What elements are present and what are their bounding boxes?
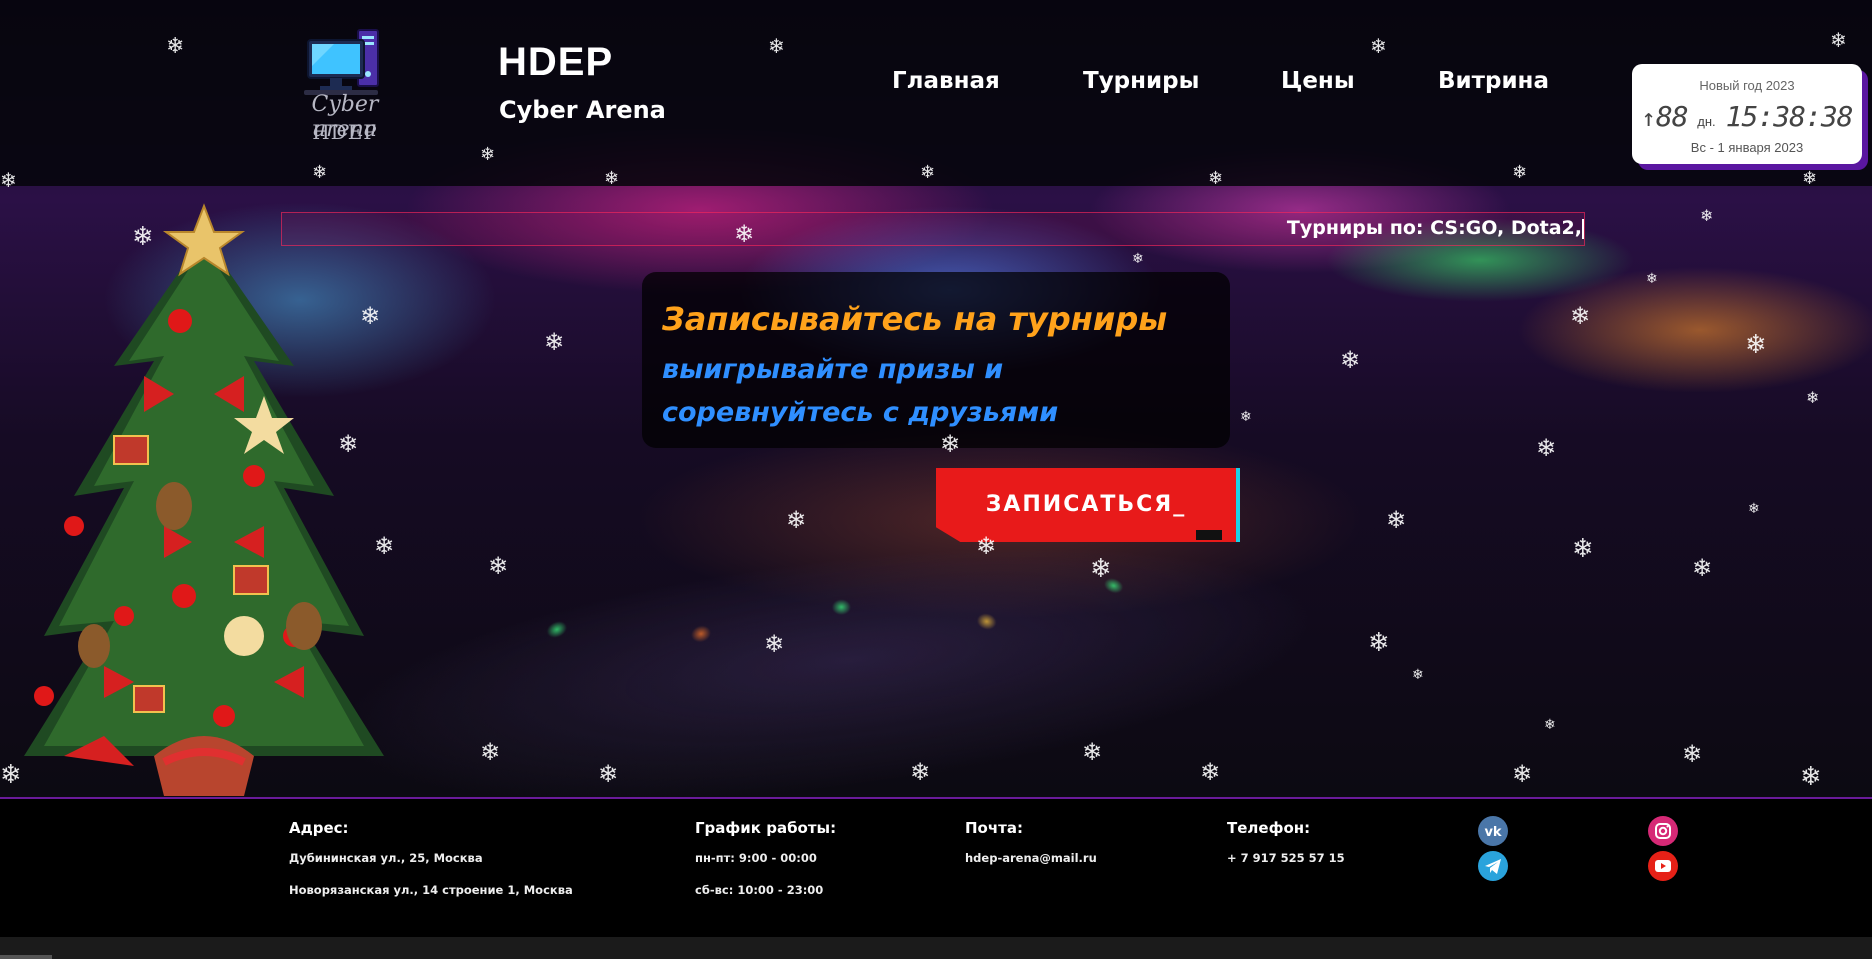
vk-icon: vk xyxy=(1478,816,1508,846)
telegram-icon xyxy=(1478,851,1508,881)
footer-phone: Телефон: + 7 917 525 57 15 xyxy=(1227,819,1345,883)
countdown-days-unit: дн. xyxy=(1697,114,1716,129)
countdown-title: Новый год 2023 xyxy=(1699,78,1795,93)
logo-text: HDEP xyxy=(312,120,378,144)
ticker-text: Турниры по: CS:GO, Dota2, xyxy=(1287,217,1584,239)
signup-button[interactable]: ЗАПИСАТЬСЯ_ xyxy=(936,468,1240,542)
countdown-date: Вс - 1 января 2023 xyxy=(1690,140,1804,155)
telegram-link[interactable] xyxy=(1478,851,1508,881)
christmas-tree-image xyxy=(24,203,384,796)
footer-mail-heading: Почта: xyxy=(965,819,1023,837)
footer-schedule-heading: График работы: xyxy=(695,819,837,837)
button-decoration xyxy=(1196,530,1222,540)
footer-mail-link[interactable]: hdep-arena@mail.ru xyxy=(965,851,1097,865)
footer-schedule: График работы: пн-пт: 9:00 - 00:00 сб-вс… xyxy=(695,819,836,915)
site-logo[interactable]: Cyber arena HDEP xyxy=(276,24,412,152)
nav-item-main[interactable]: Главная xyxy=(892,68,1000,94)
countdown-values: ↑88 дн. 15:38:38 xyxy=(1632,100,1862,133)
nav-item-prices[interactable]: Цены xyxy=(1281,68,1355,94)
vk-link[interactable]: vk xyxy=(1478,816,1508,846)
tournament-ticker: Турниры по: CS:GO, Dota2, xyxy=(281,212,1585,246)
svg-text:vk: vk xyxy=(1484,825,1501,840)
site-header: Cyber arena HDEP HDEP Cyber Arena Главна… xyxy=(0,0,1872,186)
ticker-label: Турниры по: CS:GO, Dota2, xyxy=(1286,217,1582,239)
promo-headline: Записывайтесь на турниры xyxy=(662,300,1168,338)
promo-subline: выигрывайте призы и соревнуйтесь с друзь… xyxy=(662,354,1059,428)
nav-item-tournaments[interactable]: Турниры xyxy=(1083,68,1199,94)
instagram-link[interactable] xyxy=(1648,816,1678,846)
youtube-icon xyxy=(1648,851,1678,881)
nav-item-showcase[interactable]: Витрина xyxy=(1438,68,1549,94)
arrow-up-icon: ↑ xyxy=(1641,104,1656,132)
footer-address-heading: Адрес: xyxy=(289,819,349,837)
footer-address-line: Дубининская ул., 25, Москва xyxy=(289,851,483,865)
brand-title: HDEP xyxy=(498,40,614,84)
footer-schedule-line: пн-пт: 9:00 - 00:00 xyxy=(695,851,817,865)
promo-box: Записывайтесь на турниры выигрывайте при… xyxy=(642,272,1230,448)
footer-mail: Почта: hdep-arena@mail.ru xyxy=(965,819,1097,883)
instagram-icon xyxy=(1648,816,1678,846)
footer-phone-heading: Телефон: xyxy=(1227,819,1311,837)
scrollbar-thumb[interactable] xyxy=(0,955,52,959)
text-caret xyxy=(1582,218,1584,239)
horizontal-scrollbar[interactable] xyxy=(0,937,1872,959)
footer-address: Адрес: Дубининская ул., 25, Москва Новор… xyxy=(289,819,573,915)
footer-address-line: Новорязанская ул., 14 строение 1, Москва xyxy=(289,883,573,897)
youtube-link[interactable] xyxy=(1648,851,1678,881)
countdown-days: 88 xyxy=(1655,100,1689,133)
new-year-countdown: Новый год 2023 ↑88 дн. 15:38:38 Вс - 1 ян… xyxy=(1632,64,1862,164)
brand-subtitle: Cyber Arena xyxy=(499,96,666,124)
computer-icon xyxy=(304,29,379,95)
footer-phone-link[interactable]: + 7 917 525 57 15 xyxy=(1227,851,1345,865)
site-footer: Адрес: Дубининская ул., 25, Москва Новор… xyxy=(0,797,1872,937)
footer-schedule-line: сб-вс: 10:00 - 23:00 xyxy=(695,883,824,897)
countdown-time: 15:38:38 xyxy=(1725,100,1854,133)
signup-button-label: ЗАПИСАТЬСЯ_ xyxy=(985,492,1187,517)
